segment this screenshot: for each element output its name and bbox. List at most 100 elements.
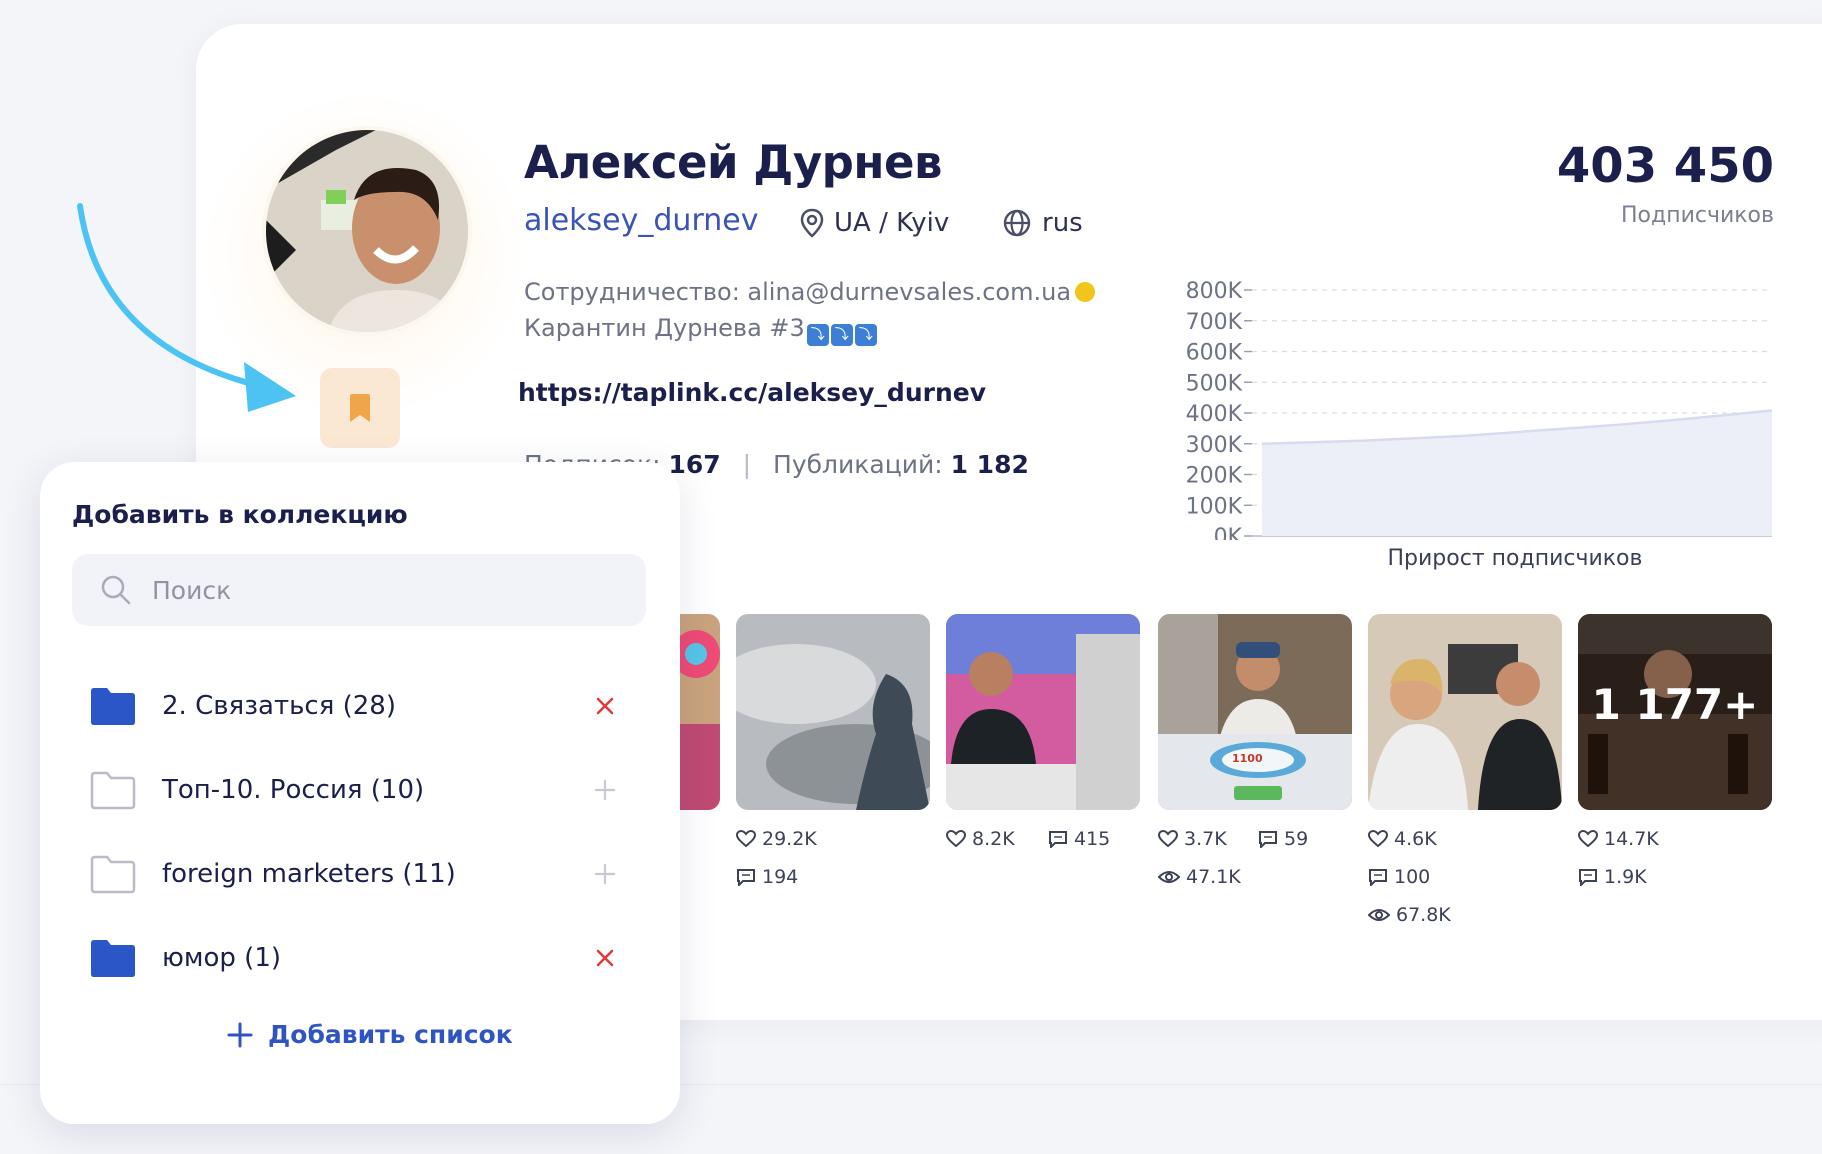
collection-label: foreign marketers (11) bbox=[162, 859, 456, 889]
language-text: rus bbox=[1042, 208, 1083, 238]
post-comments: 100 bbox=[1368, 866, 1430, 888]
comments-count: 415 bbox=[1074, 828, 1111, 850]
popup-title: Добавить в коллекцию bbox=[72, 500, 408, 529]
folder-icon bbox=[91, 688, 135, 725]
post-comments: 1.9K bbox=[1578, 866, 1647, 888]
chart-y-tick-label: 100K bbox=[1186, 494, 1243, 519]
folder-icon bbox=[91, 940, 135, 977]
comment-icon bbox=[1049, 831, 1067, 848]
plus-icon bbox=[594, 779, 616, 801]
comment-icon bbox=[1259, 831, 1277, 848]
views-count: 67.8K bbox=[1396, 904, 1451, 926]
down-arrow-emoji-icon: ⤵ bbox=[854, 324, 877, 346]
heart-icon bbox=[736, 830, 756, 848]
bio-line-2: Карантин Дурнева #3 ⤵ ⤵ ⤵ bbox=[524, 314, 877, 346]
add-list-button[interactable]: Добавить список bbox=[226, 1020, 513, 1049]
close-icon bbox=[596, 697, 614, 715]
down-arrow-emoji-icon: ⤵ bbox=[830, 324, 853, 346]
likes-count: 8.2K bbox=[972, 828, 1015, 850]
thumbnail-overlay-text: 1 177+ bbox=[1591, 680, 1759, 729]
comments-count: 59 bbox=[1284, 828, 1309, 850]
collection-item[interactable]: Топ-10. Россия (10) bbox=[90, 760, 620, 820]
pointer-arrow-icon bbox=[77, 203, 296, 412]
heart-icon bbox=[946, 830, 966, 848]
post-thumbnail[interactable]: 1100 bbox=[1158, 614, 1352, 810]
post-likes: 29.2K bbox=[736, 828, 817, 850]
bookmark-button[interactable] bbox=[320, 368, 400, 448]
chart-title: Прирост подписчиков bbox=[1387, 546, 1643, 571]
post-thumbnail[interactable] bbox=[1368, 614, 1562, 810]
remove-from-collection-button[interactable] bbox=[590, 943, 620, 973]
chart-y-tick-label: 800K bbox=[1186, 279, 1243, 304]
comments-count: 100 bbox=[1394, 866, 1431, 888]
collection-item[interactable]: юмор (1) bbox=[90, 928, 620, 988]
comment-icon bbox=[737, 869, 755, 886]
likes-count: 14.7K bbox=[1604, 828, 1659, 850]
subscribers-label: Подписчиков bbox=[1620, 203, 1774, 228]
post-comments: 59 bbox=[1258, 828, 1308, 850]
lemon-emoji-icon bbox=[1075, 282, 1096, 302]
remove-from-collection-button[interactable] bbox=[590, 691, 620, 721]
eye-icon bbox=[1368, 909, 1390, 921]
post-likes: 4.6K bbox=[1368, 828, 1437, 850]
likes-count: 29.2K bbox=[762, 828, 817, 850]
profile-username[interactable]: aleksey_durnev bbox=[524, 203, 758, 238]
chart-y-tick-label: 300K bbox=[1186, 433, 1243, 458]
profile-language: rus bbox=[1002, 208, 1083, 238]
comments-count: 194 bbox=[762, 866, 799, 888]
subscribers-count: 403 450 bbox=[1556, 138, 1774, 194]
plus-icon bbox=[594, 863, 616, 885]
collection-label: юмор (1) bbox=[162, 943, 282, 973]
collection-label: 2. Связаться (28) bbox=[162, 691, 396, 721]
bookmark-icon bbox=[350, 394, 370, 422]
post-thumbnail[interactable]: 1 177+ bbox=[1578, 614, 1772, 810]
bio-line-1: Сотрудничество: alina@durnevsales.com.ua bbox=[524, 278, 1096, 306]
views-count: 47.1K bbox=[1186, 866, 1241, 888]
plus-icon bbox=[227, 1022, 253, 1047]
post-comments: 194 bbox=[736, 866, 798, 888]
chart-y-tick-label: 200K bbox=[1186, 464, 1243, 489]
post-likes: 14.7K bbox=[1578, 828, 1659, 850]
thumbnail-overlay-text: 1100 bbox=[1232, 752, 1263, 765]
globe-icon bbox=[1003, 209, 1031, 237]
collection-label: Топ-10. Россия (10) bbox=[162, 775, 425, 805]
posts-value: 1 182 bbox=[950, 450, 1029, 479]
post-likes: 3.7K bbox=[1158, 828, 1227, 850]
collection-item[interactable]: foreign marketers (11) bbox=[90, 844, 620, 904]
heart-icon bbox=[1368, 830, 1388, 848]
location-text: UA / Kyiv bbox=[834, 208, 950, 238]
post-thumbnail[interactable] bbox=[946, 614, 1140, 810]
close-icon bbox=[596, 949, 614, 967]
chart-y-tick-label: 600K bbox=[1186, 341, 1243, 366]
chart-y-tick-label: 400K bbox=[1186, 402, 1243, 427]
heart-icon bbox=[1578, 830, 1598, 848]
chart-y-tick-label: 0K bbox=[1214, 525, 1243, 540]
down-arrow-emoji-icon: ⤵ bbox=[806, 324, 829, 346]
profile-name: Алексей Дурнев bbox=[524, 136, 942, 189]
posts-label: Публикаций: bbox=[773, 450, 943, 479]
heart-icon bbox=[1158, 830, 1178, 848]
post-comments: 415 bbox=[1048, 828, 1110, 850]
likes-count: 4.6K bbox=[1394, 828, 1437, 850]
chart-area-series bbox=[1262, 410, 1772, 536]
add-to-collection-button[interactable] bbox=[590, 775, 620, 805]
add-to-collection-popup: Добавить в коллекцию 2. Связаться (28) Т… bbox=[40, 462, 680, 1124]
eye-icon bbox=[1158, 871, 1180, 883]
collection-item[interactable]: 2. Связаться (28) bbox=[90, 676, 620, 736]
map-pin-icon bbox=[800, 208, 824, 238]
chart-y-tick-label: 500K bbox=[1186, 371, 1243, 396]
add-to-collection-button[interactable] bbox=[590, 859, 620, 889]
chart-y-tick-label: 700K bbox=[1186, 310, 1243, 335]
add-list-label: Добавить список bbox=[268, 1020, 513, 1049]
likes-count: 3.7K bbox=[1184, 828, 1227, 850]
folder-icon bbox=[90, 855, 136, 894]
followings-value: 167 bbox=[668, 450, 721, 479]
collection-search-input[interactable] bbox=[72, 554, 646, 626]
post-views: 67.8K bbox=[1368, 904, 1451, 926]
post-likes: 8.2K bbox=[946, 828, 1015, 850]
profile-link[interactable]: https://taplink.cc/aleksey_durnev bbox=[518, 378, 986, 407]
folder-icon bbox=[90, 771, 136, 810]
comment-icon bbox=[1579, 869, 1597, 886]
search-icon bbox=[101, 575, 131, 605]
post-thumbnail[interactable] bbox=[736, 614, 930, 810]
